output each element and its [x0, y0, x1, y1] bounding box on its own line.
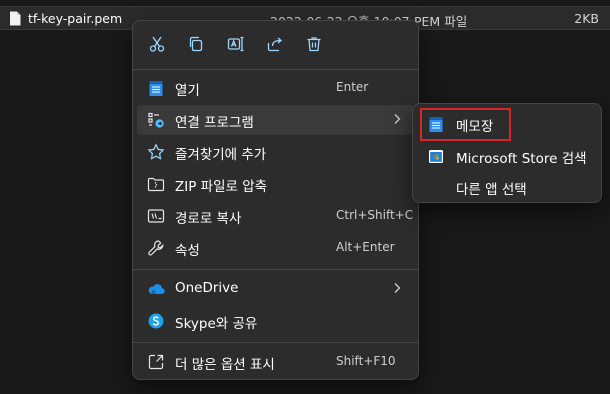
menu-item-add-favorites[interactable]: 즐겨찾기에 추가 [137, 137, 414, 167]
share-icon [266, 35, 284, 57]
separator [133, 269, 418, 270]
wrench-icon [147, 239, 165, 257]
shortcut-text: Ctrl+Shift+C [336, 208, 414, 222]
open-with-icon [147, 111, 165, 129]
chevron-right-icon [392, 112, 402, 126]
menu-item-label: 연결 프로그램 [175, 115, 254, 131]
submenu-item-store-search[interactable]: Microsoft Store 검색 [417, 141, 597, 171]
separator [133, 342, 418, 343]
rename-icon [227, 35, 245, 57]
cut-button[interactable] [144, 33, 170, 59]
menu-item-open-with[interactable]: 연결 프로그램 [137, 105, 414, 135]
menu-item-label: 경로로 복사 [175, 211, 242, 227]
menu-item-label: ZIP 파일로 압축 [175, 179, 268, 195]
store-icon [427, 147, 445, 165]
share-button[interactable] [262, 33, 288, 59]
more-options-icon [147, 353, 165, 371]
copy-icon [187, 35, 205, 57]
submenu-item-label: Microsoft Store 검색 [456, 151, 587, 167]
menu-item-properties[interactable]: 속성 Alt+Enter [137, 233, 414, 263]
trash-icon [305, 35, 323, 57]
shortcut-text: Enter [336, 80, 369, 94]
submenu-item-choose-another-app[interactable]: 다른 앱 선택 [417, 172, 597, 202]
quick-action-bar [133, 29, 418, 61]
shortcut-text: Shift+F10 [336, 354, 396, 368]
menu-item-label: 속성 [175, 243, 200, 259]
menu-item-label: Skype와 공유 [175, 316, 258, 332]
menu-item-label: OneDrive [175, 280, 239, 296]
menu-item-show-more-options[interactable]: 더 많은 옵션 표시 Shift+F10 [137, 347, 414, 377]
context-menu: 열기 Enter 연결 프로그램 즐겨찾기에 추가 ZIP 파일로 압축 경로로… [132, 20, 419, 380]
file-name[interactable]: tf-key-pair.pem [28, 11, 122, 26]
copy-button[interactable] [183, 33, 209, 59]
file-size: 2KB [574, 11, 599, 26]
rename-button[interactable] [223, 33, 249, 59]
menu-item-label: 더 많은 옵션 표시 [175, 357, 275, 373]
menu-item-copy-path[interactable]: 경로로 복사 Ctrl+Shift+C [137, 201, 414, 231]
separator [133, 69, 418, 70]
shortcut-text: Alt+Enter [336, 240, 395, 254]
menu-item-open[interactable]: 열기 Enter [137, 73, 414, 103]
notepad-icon [147, 79, 165, 97]
chevron-right-icon [392, 281, 402, 295]
menu-item-onedrive[interactable]: OneDrive [137, 274, 414, 304]
copy-path-icon [147, 207, 165, 225]
star-icon [147, 143, 165, 161]
highlight-box [420, 108, 511, 141]
menu-item-zip[interactable]: ZIP 파일로 압축 [137, 169, 414, 199]
file-type: PEM 파일 [414, 14, 468, 29]
menu-item-label: 열기 [175, 83, 200, 99]
skype-icon [147, 312, 165, 330]
submenu-item-label: 다른 앱 선택 [456, 182, 527, 198]
delete-button[interactable] [301, 33, 327, 59]
scissors-icon [148, 35, 166, 57]
menu-item-label: 즐겨찾기에 추가 [175, 147, 267, 163]
menu-item-skype-share[interactable]: Skype와 공유 [137, 306, 414, 336]
file-icon [9, 11, 21, 26]
zip-folder-icon [147, 175, 165, 193]
onedrive-icon [147, 280, 165, 298]
